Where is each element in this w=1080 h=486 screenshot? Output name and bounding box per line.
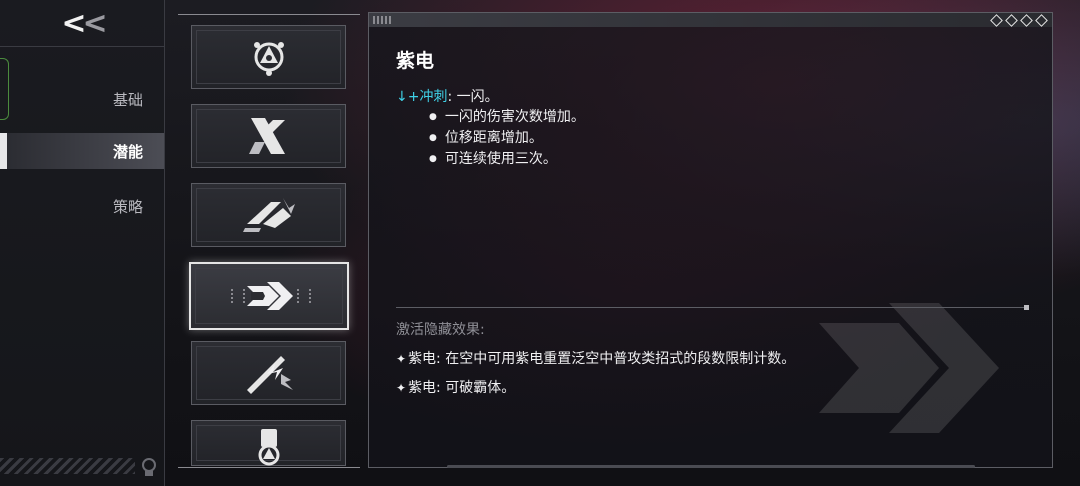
nav-item-label: 基础 <box>112 90 143 109</box>
section-divider <box>396 305 1029 310</box>
potential-card[interactable] <box>191 104 346 168</box>
list-top-line <box>178 14 360 15</box>
triangle-emblem-icon <box>253 42 284 76</box>
list-item: 可连续使用三次。 <box>429 149 585 170</box>
potential-card-list <box>178 14 360 468</box>
nav-item-potential[interactable]: 潜能 <box>0 133 164 169</box>
nav-divider <box>164 0 165 486</box>
nav-item-basics[interactable]: 基础 <box>0 81 164 117</box>
hidden-effects-heading: 激活隐藏效果: <box>396 322 485 338</box>
diamond-decoration <box>990 14 1048 27</box>
scrollbar[interactable] <box>447 465 975 468</box>
diamond-icon <box>990 14 1003 27</box>
dash-input-label: +冲刺 <box>407 89 448 105</box>
list-item: 位移距离增加。 <box>429 128 585 149</box>
potential-card[interactable] <box>191 341 346 405</box>
nav-item-strategy[interactable]: 策略 <box>0 188 164 224</box>
diamond-icon <box>1005 14 1018 27</box>
decorative-hatch <box>0 458 135 474</box>
lightning-slash-icon <box>246 356 293 394</box>
slash-emblem-icon <box>248 118 285 154</box>
skill-title: 紫电 <box>396 50 435 72</box>
panel-header-bar <box>369 13 1052 27</box>
skill-input-line: ↓+冲刺: 一闪。 <box>396 89 499 105</box>
back-button[interactable]: << <box>0 0 165 47</box>
skill-input-desc: 一闪。 <box>452 89 499 105</box>
dash-burst-icon <box>242 198 295 232</box>
dash-arrow-icon <box>247 282 293 310</box>
list-item: 一闪的伤害次数增加。 <box>429 107 585 128</box>
diamond-icon <box>1035 14 1048 27</box>
dash-watermark-icon <box>819 303 999 433</box>
back-icon: << <box>61 5 107 41</box>
down-arrow-icon: ↓ <box>396 89 408 105</box>
hidden-effect-item: ✦ 紫电: 在空中可用紫电重置泛空中普攻类招式的段数限制计数。 <box>396 351 796 367</box>
shield-emblem-icon <box>258 429 279 466</box>
potential-card[interactable] <box>191 183 346 247</box>
potential-card[interactable] <box>191 25 346 89</box>
potential-detail-panel: 紫电 ↓+冲刺: 一闪。 一闪的伤害次数增加。 位移距离增加。 可连续使用三次。… <box>368 12 1053 468</box>
sparkle-icon: ✦ <box>396 381 407 395</box>
medal-icon <box>142 458 156 476</box>
potential-card[interactable] <box>191 420 346 466</box>
side-nav <box>0 0 165 486</box>
checker-decoration <box>373 16 393 24</box>
diamond-icon <box>1020 14 1033 27</box>
skill-bullet-list: 一闪的伤害次数增加。 位移距离增加。 可连续使用三次。 <box>429 107 585 170</box>
potential-card-selected[interactable] <box>189 262 349 330</box>
sparkle-icon: ✦ <box>396 352 407 366</box>
hidden-effect-item: ✦ 紫电: 可破霸体。 <box>396 380 516 396</box>
active-indicator <box>0 133 7 169</box>
nav-item-label: 潜能 <box>112 142 143 161</box>
nav-item-label: 策略 <box>112 197 143 216</box>
